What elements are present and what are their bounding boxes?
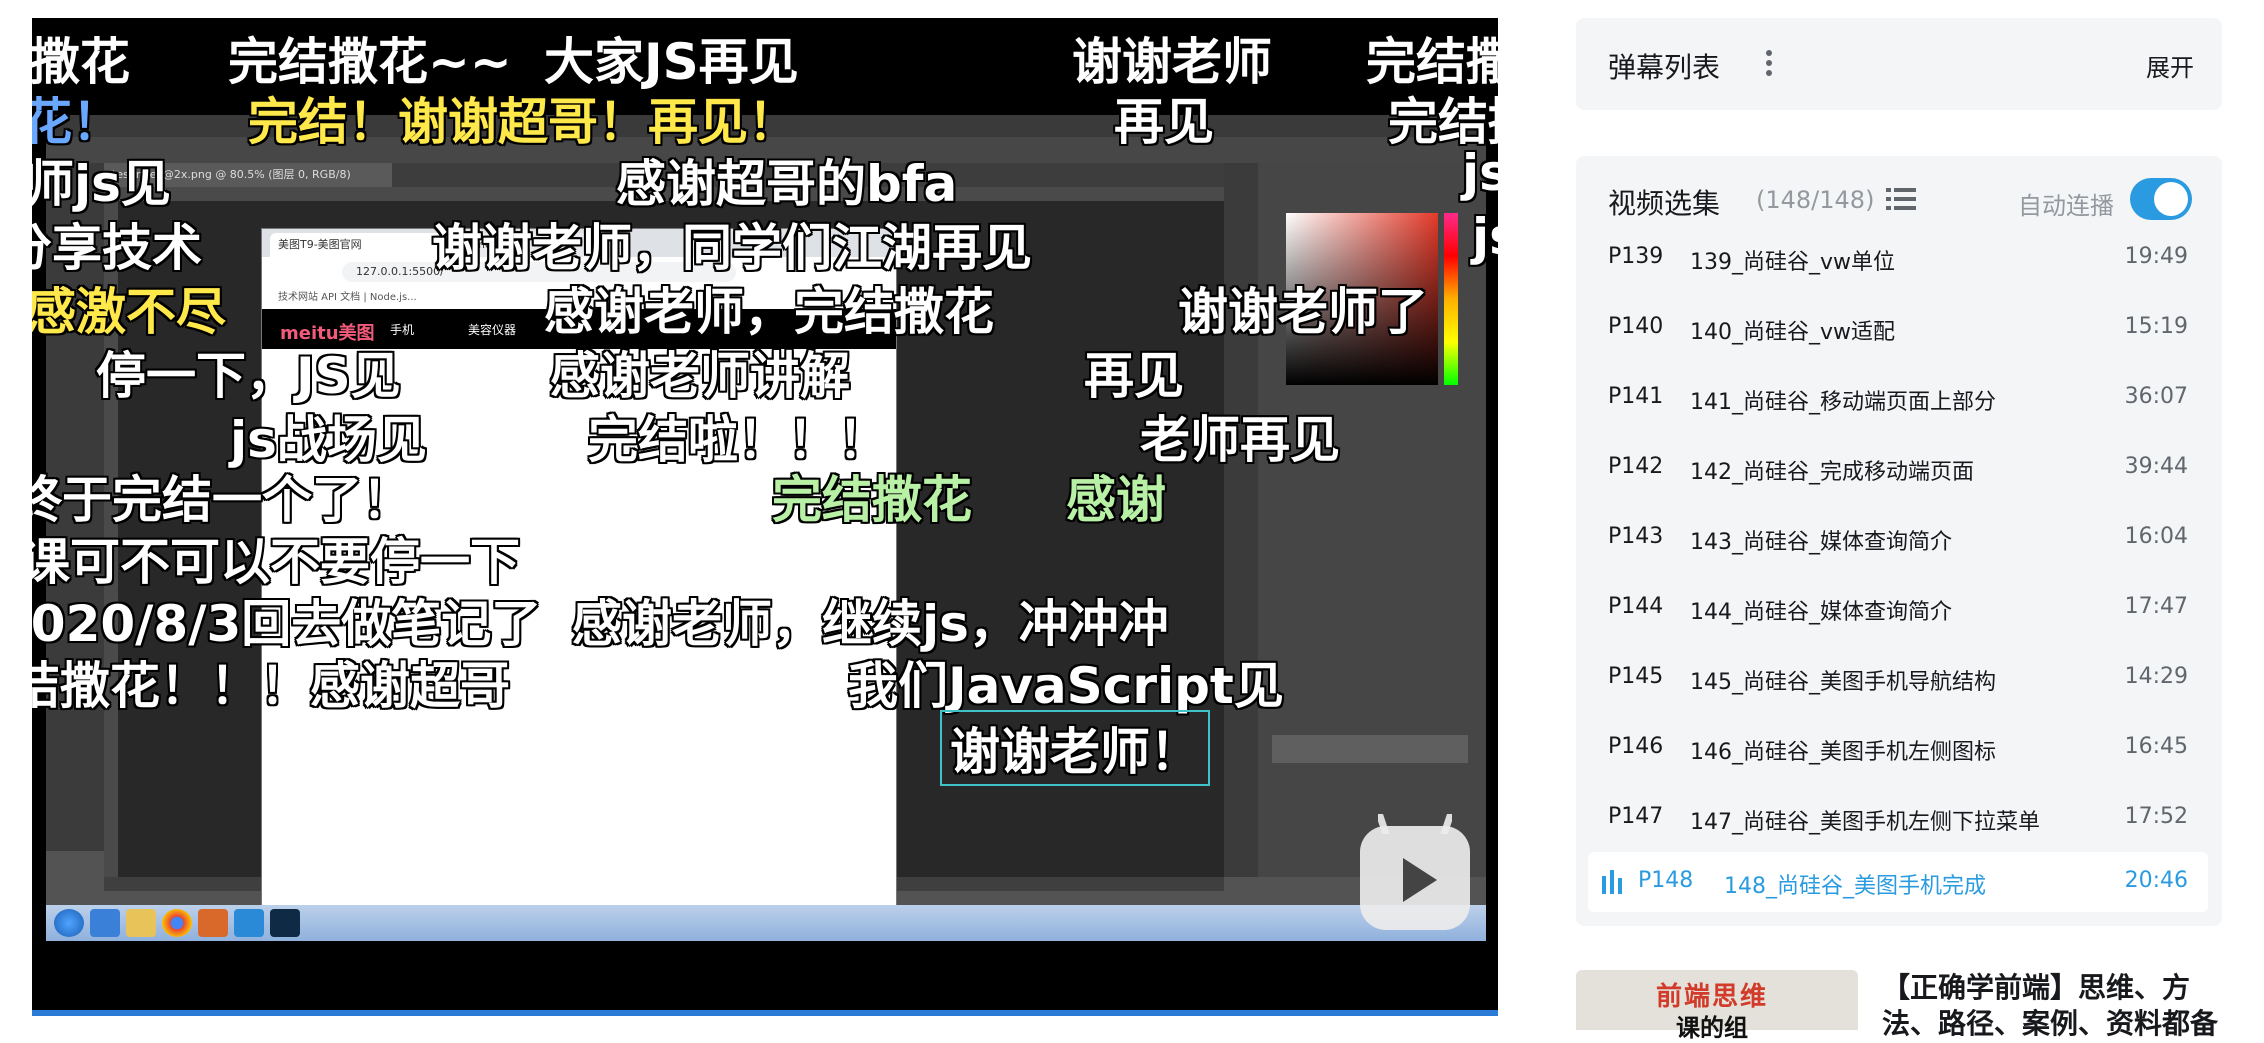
playlist-item-duration: 19:49	[2124, 244, 2188, 269]
playlist-panel: 视频选集 (148/148) 自动连播 P139 139_尚硅谷_vw单位 19:4…	[1576, 156, 2222, 926]
playlist-count: (148/148)	[1756, 186, 1875, 214]
playlist-item-duration: 14:29	[2124, 664, 2188, 689]
playlist-item-title: 146_尚硅谷_美图手机左侧图标	[1690, 740, 1996, 765]
recommended-video-thumbnail[interactable]: 前端思维 课的组	[1576, 970, 1858, 1042]
danmaku-comment: 再见	[1084, 347, 1184, 405]
playlist-item-part: P141	[1608, 384, 1664, 409]
playlist-item-title: 148_尚硅谷_美图手机完成	[1724, 874, 1986, 899]
playlist-item-duration: 20:46	[2124, 868, 2188, 893]
playlist-item[interactable]: P139 139_尚硅谷_vw单位 19:49	[1588, 228, 2208, 288]
danmaku-comment: 结撒花！！！感谢超哥	[32, 657, 510, 715]
playlist-item[interactable]: P141 141_尚硅谷_移动端页面上部分 36:07	[1588, 368, 2208, 428]
playlist-item[interactable]: P142 142_尚硅谷_完成移动端页面 39:44	[1588, 438, 2208, 498]
ps-layer-row	[1272, 735, 1468, 763]
danmaku-comment: 感谢	[1066, 471, 1166, 529]
danmaku-comment: 师js见	[32, 155, 171, 213]
danmaku-comment: 停一下，JS见	[96, 347, 401, 405]
playlist-item-title: 139_尚硅谷_vw单位	[1690, 250, 1896, 275]
progress-bar[interactable]	[32, 1010, 1498, 1016]
playlist-item[interactable]: P140 140_尚硅谷_vw适配 15:19	[1588, 298, 2208, 358]
playlist-item-duration: 16:04	[2124, 524, 2188, 549]
playlist-item-part: P145	[1608, 664, 1664, 689]
playlist-item-part: P142	[1608, 454, 1664, 479]
meitu-nav-item: 美容仪器	[468, 323, 517, 337]
more-vertical-icon[interactable]	[1764, 48, 1774, 78]
sublime-icon	[198, 909, 228, 937]
playlist-item-title: 142_尚硅谷_完成移动端页面	[1690, 460, 1974, 485]
playlist-title: 视频选集	[1608, 187, 1721, 220]
danmaku-comment: 分享技术	[32, 219, 202, 277]
danmaku-comment: 感谢老师讲解	[550, 347, 850, 405]
autoplay-label: 自动连播	[2018, 192, 2114, 220]
folder-icon	[126, 909, 156, 937]
recommended-video-title[interactable]: 【正确学前端】思维、方法、路径、案例、资料都备	[1882, 970, 2222, 1042]
playlist-item-title: 140_尚硅谷_vw适配	[1690, 320, 1896, 345]
playlist-item[interactable]: P144 144_尚硅谷_媒体查询简介 17:47	[1588, 578, 2208, 638]
playlist-item-part: P140	[1608, 314, 1664, 339]
playlist-item[interactable]: P143 143_尚硅谷_媒体查询简介 16:04	[1588, 508, 2208, 568]
playlist-item[interactable]: P145 145_尚硅谷_美图手机导航结构 14:29	[1588, 648, 2208, 708]
expand-button[interactable]: 展开	[2146, 48, 2194, 83]
playlist-item-duration: 15:19	[2124, 314, 2188, 339]
video-player[interactable]: tes-index@2x.png @ 80.5% (图层 0, RGB/8) 美…	[32, 18, 1498, 1016]
danmaku-list-panel: 弹幕列表 展开	[1576, 18, 2222, 110]
playlist-item-duration: 39:44	[2124, 454, 2188, 479]
ie-icon	[90, 909, 120, 937]
danmaku-comment: js	[1462, 144, 1498, 202]
browser-tab: 美图T9-美图官网	[270, 233, 446, 257]
danmaku-comment: 感谢老师，完结撒花	[544, 283, 994, 341]
danmaku-comment: 感谢超哥的bfa	[616, 155, 958, 213]
danmaku-comment: 我们JavaScript见	[848, 657, 1284, 715]
danmaku-comment: 再见	[1114, 93, 1214, 151]
playlist-item-duration: 17:47	[2124, 594, 2188, 619]
play-icon	[1403, 858, 1437, 902]
playlist-item-part: P139	[1608, 244, 1664, 269]
playlist-item-duration: 17:52	[2124, 804, 2188, 829]
playlist-item-title: 145_尚硅谷_美图手机导航结构	[1690, 670, 1996, 695]
recommended-video-card[interactable]: 前端思维 课的组 【正确学前端】思维、方法、路径、案例、资料都备	[1576, 970, 2222, 1042]
start-icon	[54, 909, 84, 937]
danmaku-comment: 谢谢老师，同学们江湖再见	[432, 219, 1032, 277]
autoplay-toggle[interactable]	[2130, 178, 2192, 220]
toggle-knob	[2154, 182, 2188, 216]
ps-panel-strip	[1224, 163, 1258, 877]
playlist-item-title: 141_尚硅谷_移动端页面上部分	[1690, 390, 1996, 415]
now-playing-icon	[1602, 870, 1622, 894]
playlist-item-duration: 36:07	[2124, 384, 2188, 409]
playlist-item[interactable]: P147 147_尚硅谷_美图手机左侧下拉菜单 17:52	[1588, 788, 2208, 848]
danmaku-comment: 老师再见	[1140, 411, 1340, 469]
vscode-icon	[234, 909, 264, 937]
list-icon[interactable]	[1886, 186, 1916, 212]
playlist-item-part: P148	[1638, 868, 1694, 893]
ps-hue-bar	[1444, 213, 1458, 385]
playlist-item-part: P147	[1608, 804, 1664, 829]
thumbnail-subtext: 课的组	[1676, 1014, 1748, 1042]
playlist-item-duration: 16:45	[2124, 734, 2188, 759]
danmaku-comment: 完结撒花	[772, 471, 972, 529]
playlist-item[interactable]: P146 146_尚硅谷_美图手机左侧图标 16:45	[1588, 718, 2208, 778]
playlist-item-title: 147_尚硅谷_美图手机左侧下拉菜单	[1690, 810, 2040, 835]
danmaku-comment: js	[1472, 208, 1498, 266]
danmaku-comment: 谢谢老师！	[940, 710, 1210, 786]
danmaku-list-title: 弹幕列表	[1608, 51, 1721, 84]
danmaku-comment: 感激不尽	[32, 283, 226, 341]
playlist-item-title: 144_尚硅谷_媒体查询简介	[1690, 600, 1952, 625]
danmaku-comment: 谢谢老师了	[1178, 283, 1428, 341]
playlist-item-part: P144	[1608, 594, 1664, 619]
playlist-item-title: 143_尚硅谷_媒体查询简介	[1690, 530, 1952, 555]
windows-taskbar	[46, 905, 1486, 941]
playlist-item-part: P146	[1608, 734, 1664, 759]
playlist-item-part: P143	[1608, 524, 1664, 549]
photoshop-icon	[270, 909, 300, 937]
chrome-icon	[162, 909, 192, 937]
playlist-item[interactable]: P148 148_尚硅谷_美图手机完成 20:46	[1588, 852, 2208, 912]
